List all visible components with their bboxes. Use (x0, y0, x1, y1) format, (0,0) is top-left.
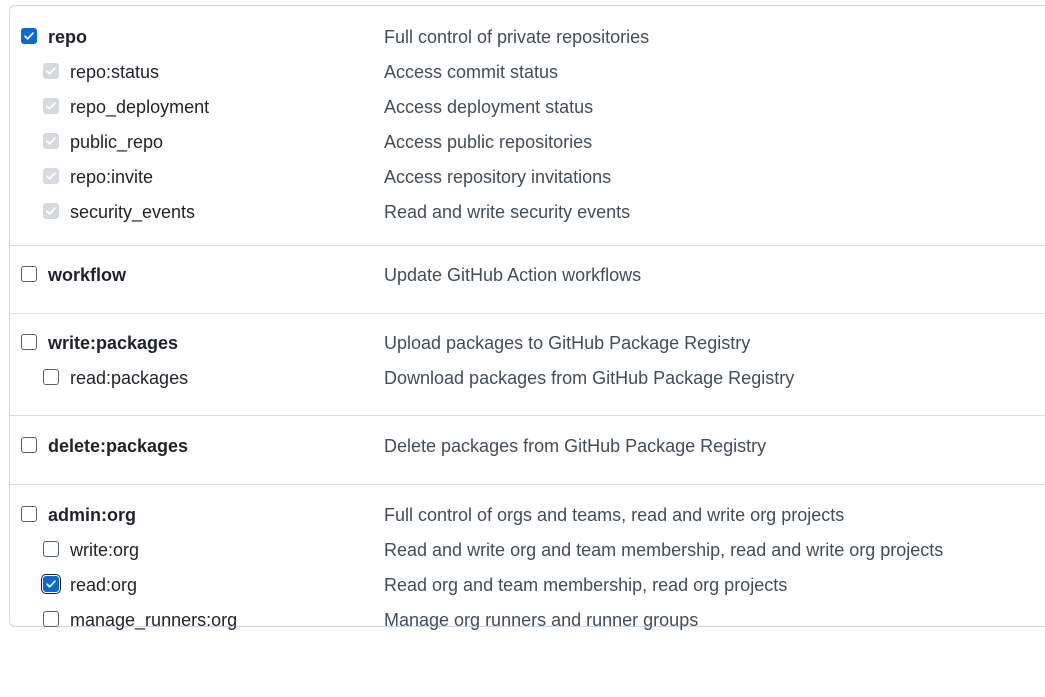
scope-name: repo:status (70, 62, 160, 82)
scope-row-public-repo: public_repo Access public repositories (10, 124, 1045, 159)
scope-row-workflow: workflow Update GitHub Action workflows (10, 257, 1045, 292)
scope-name: write:packages (48, 333, 179, 353)
checkbox-delete-packages[interactable] (21, 437, 37, 453)
scope-row-delete-packages: delete:packages Delete packages from Git… (10, 428, 1045, 463)
check-icon (46, 137, 56, 145)
scope-name: admin:org (48, 505, 136, 525)
checkbox-admin-org[interactable] (21, 506, 37, 522)
checkbox-write-packages[interactable] (21, 334, 37, 350)
checkbox-repo-deployment (43, 98, 59, 114)
checkbox-repo-status (43, 63, 59, 79)
scope-description: Read and write security events (384, 202, 631, 222)
scope-group-write-packages: write:packages Upload packages to GitHub… (10, 325, 1045, 416)
checkbox-read-packages[interactable] (43, 369, 59, 385)
checkbox-repo-invite (43, 168, 59, 184)
scope-row-admin-org: admin:org Full control of orgs and teams… (10, 497, 1045, 532)
scope-description: Full control of orgs and teams, read and… (384, 505, 845, 525)
scope-group-workflow: workflow Update GitHub Action workflows (10, 257, 1045, 314)
scope-description: Manage org runners and runner groups (384, 610, 699, 630)
scope-description: Download packages from GitHub Package Re… (384, 368, 795, 388)
scope-description: Access commit status (384, 62, 559, 82)
scope-name: public_repo (70, 132, 164, 152)
scope-row-repo-status: repo:status Access commit status (10, 54, 1045, 89)
scope-group-admin-org: admin:org Full control of orgs and teams… (10, 497, 1045, 697)
scope-description: Read and write org and team membership, … (384, 540, 944, 560)
scope-description: Access repository invitations (384, 167, 612, 187)
checkbox-public-repo (43, 133, 59, 149)
checkbox-read-org[interactable] (41, 574, 61, 594)
check-icon (46, 207, 56, 215)
scope-description: Upload packages to GitHub Package Regist… (384, 333, 751, 353)
check-icon (24, 32, 34, 40)
checkbox-manage-runners-org[interactable] (43, 611, 59, 627)
scope-name: manage_runners:org (70, 610, 238, 630)
scope-name: delete:packages (48, 436, 189, 456)
scope-description: Access deployment status (384, 97, 594, 117)
scope-description: Delete packages from GitHub Package Regi… (384, 436, 767, 456)
check-icon (46, 67, 56, 75)
scope-description: Update GitHub Action workflows (384, 265, 642, 285)
checkbox-workflow[interactable] (21, 266, 37, 282)
scope-row-repo: repo Full control of private repositorie… (10, 19, 1045, 54)
scope-row-security-events: security_events Read and write security … (10, 194, 1045, 229)
check-icon (46, 172, 56, 180)
scope-name: read:packages (70, 368, 189, 388)
scope-name: security_events (70, 202, 196, 222)
scope-row-write-packages: write:packages Upload packages to GitHub… (10, 325, 1045, 360)
scopes-panel: repo Full control of private repositorie… (9, 5, 1045, 630)
checkbox-write-org[interactable] (43, 541, 59, 557)
scope-group-delete-packages: delete:packages Delete packages from Git… (10, 428, 1045, 485)
scope-row-repo-deployment: repo_deployment Access deployment status (10, 89, 1045, 124)
scope-name: repo_deployment (70, 97, 210, 117)
scope-name: workflow (48, 265, 127, 285)
checkbox-repo[interactable] (21, 28, 37, 44)
scope-group-repo: repo Full control of private repositorie… (10, 19, 1045, 246)
check-icon (46, 102, 56, 110)
check-icon (46, 580, 56, 588)
checkbox-security-events (43, 203, 59, 219)
scope-row-read-packages: read:packages Download packages from Git… (10, 360, 1045, 395)
scope-description: Full control of private repositories (384, 27, 650, 47)
scope-row-write-org: write:org Read and write org and team me… (10, 532, 1045, 567)
scope-name: read:org (70, 575, 138, 595)
scope-description: Read org and team membership, read org p… (384, 575, 788, 595)
scope-row-repo-invite: repo:invite Access repository invitation… (10, 159, 1045, 194)
scope-name: repo:invite (70, 167, 154, 187)
scope-name: repo (48, 27, 88, 47)
scope-description: Access public repositories (384, 132, 593, 152)
scope-row-manage-runners-org: manage_runners:org Manage org runners an… (10, 602, 1045, 637)
scope-name: write:org (70, 540, 140, 560)
scope-row-read-org: read:org Read org and team membership, r… (10, 567, 1045, 602)
